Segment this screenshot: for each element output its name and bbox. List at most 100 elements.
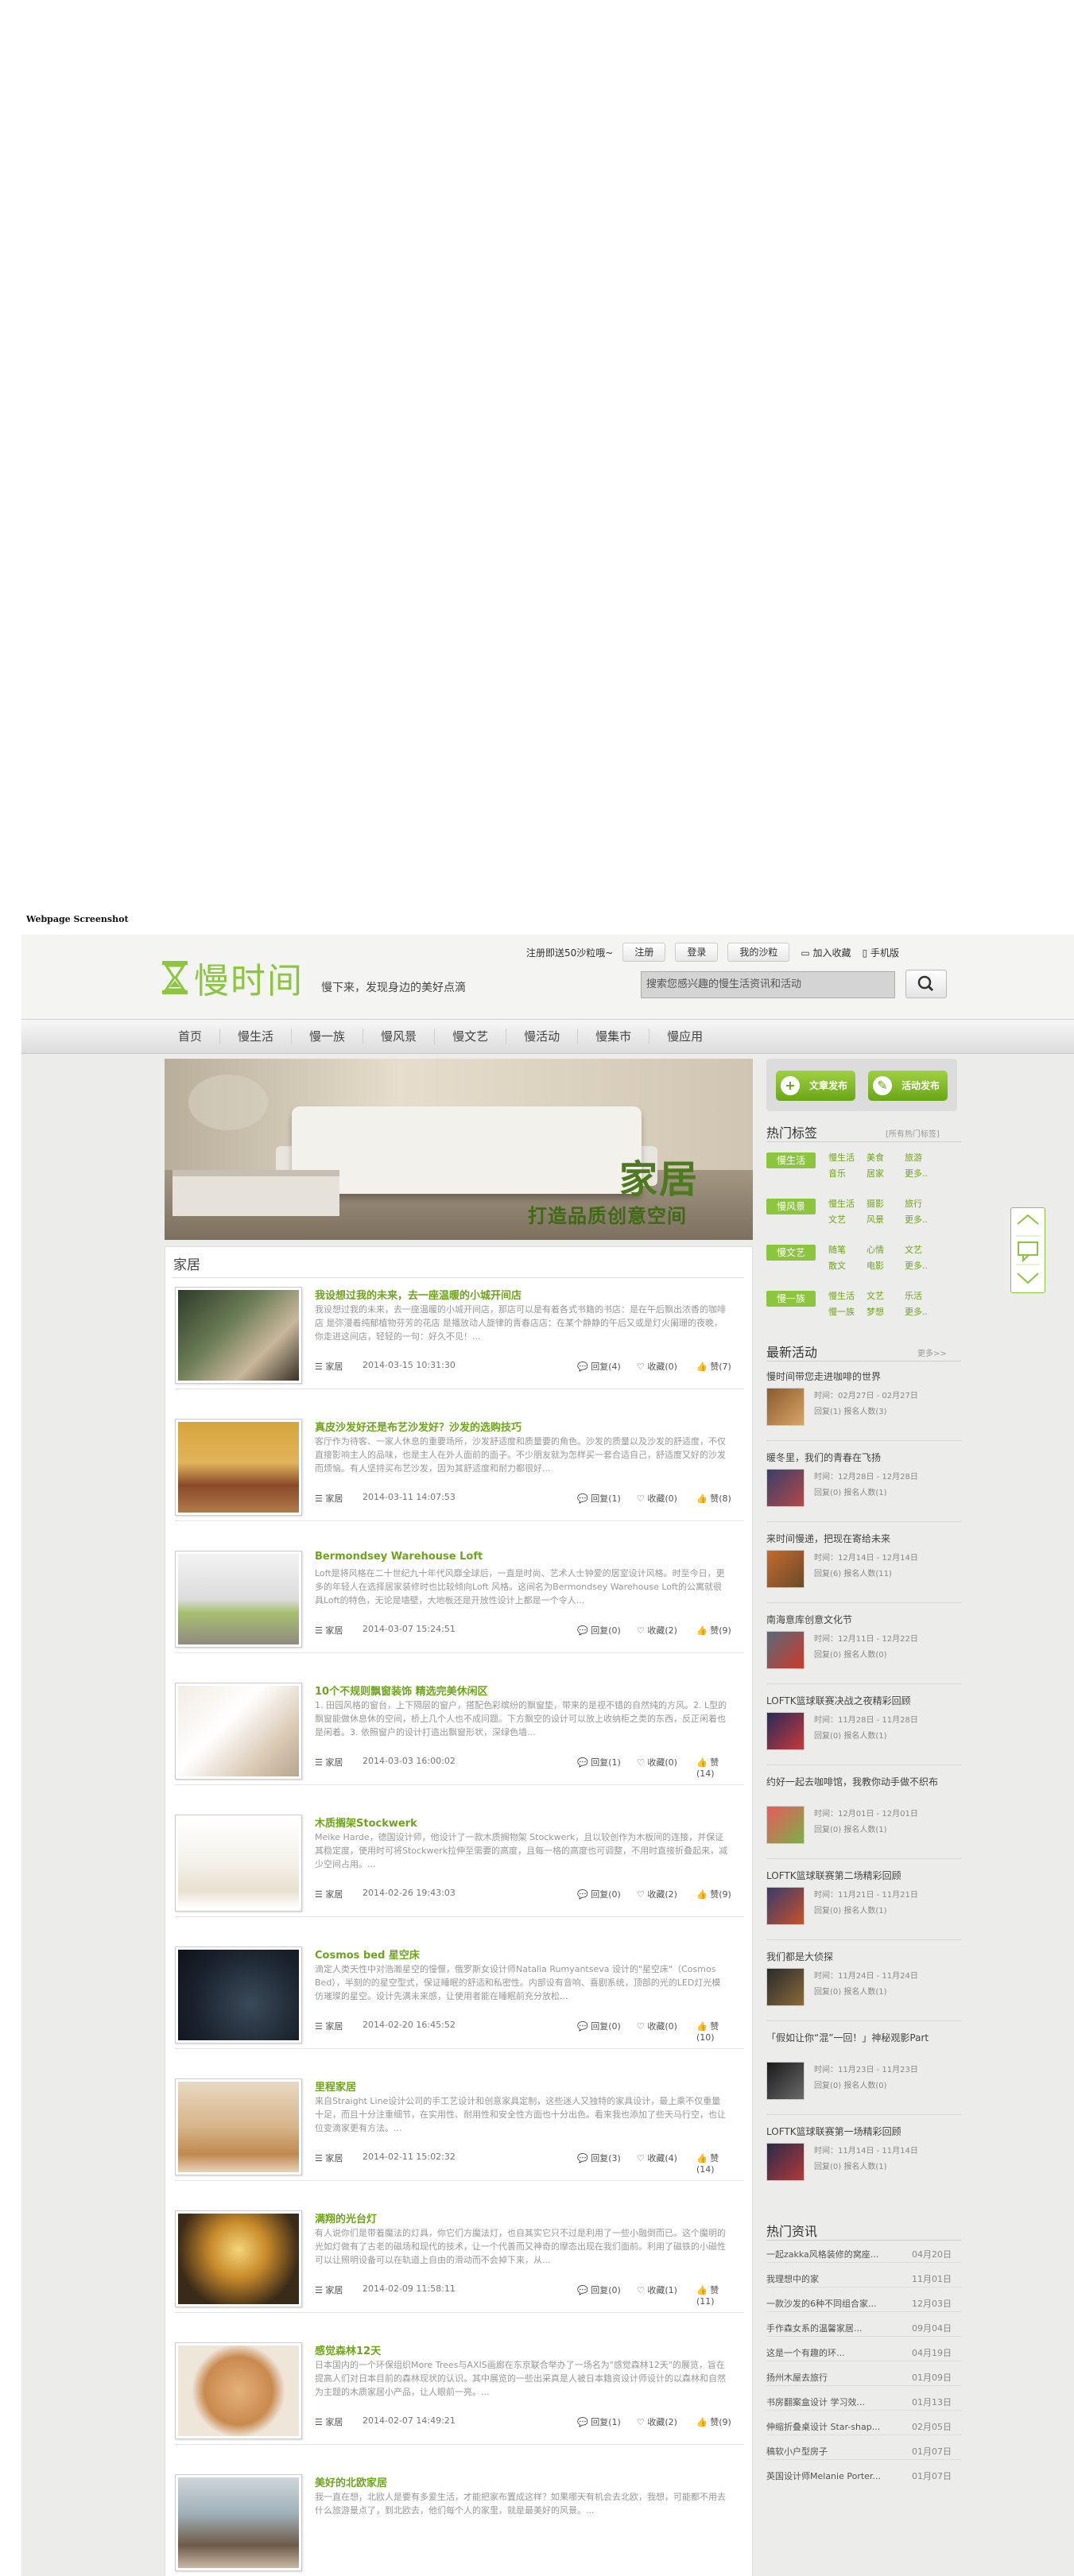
news-item[interactable]: 英国设计师Melanie Porter... 01月07日	[766, 2469, 961, 2482]
tag-link[interactable]: 慢生活	[828, 1289, 867, 1302]
news-item[interactable]: 一款沙发的6种不同组合家... 12月03日	[766, 2297, 961, 2312]
favorite-count[interactable]: ♡ 收藏(2)	[637, 2415, 677, 2428]
activity-title[interactable]: 「假如让你“混”一回！」神秘观影Part	[766, 2032, 961, 2044]
article-category[interactable]: ☰ 家居	[315, 2284, 343, 2296]
activity-thumbnail[interactable]	[766, 1631, 805, 1669]
tag-link[interactable]: 摄影	[867, 1197, 905, 1210]
article-thumbnail[interactable]	[175, 2210, 302, 2307]
article-title[interactable]: 木质搁架Stockwerk	[315, 1815, 417, 1830]
activities-more-link[interactable]: 更多>>	[917, 1346, 947, 1358]
scroll-down-icon[interactable]	[1017, 1273, 1039, 1284]
favorite-count[interactable]: ♡ 收藏(0)	[637, 1360, 677, 1373]
news-title[interactable]: 书房翻案盒设计 学习效...	[766, 2397, 865, 2407]
article-title[interactable]: Cosmos bed 星空床	[315, 1947, 420, 1962]
activity-title[interactable]: 来时间慢递，把现在寄给未来	[766, 1532, 961, 1545]
like-count[interactable]: 👍 赞(14)	[696, 2152, 732, 2175]
nav-item-slow-market[interactable]: 慢集市	[578, 1028, 650, 1044]
article-title[interactable]: 真皮沙发好还是布艺沙发好？沙发的选购技巧	[315, 1419, 521, 1434]
tag-group-label[interactable]: 慢风景	[766, 1199, 816, 1214]
article-title[interactable]: 10个不规则飘窗装饰 精选完美休闲区	[315, 1683, 488, 1698]
article-category[interactable]: ☰ 家居	[315, 1888, 343, 1900]
news-title[interactable]: 一起zakka风格装修的窝座...	[766, 2249, 878, 2260]
tag-group-label[interactable]: 慢一族	[766, 1291, 816, 1307]
tag-link[interactable]: 乐活	[905, 1289, 943, 1302]
news-item[interactable]: 这是一个有趣的环... 04月19日	[766, 2346, 961, 2361]
news-title[interactable]: 这是一个有趣的环...	[766, 2348, 845, 2358]
article-title[interactable]: 里程家居	[315, 2078, 356, 2094]
tag-link[interactable]: 随笔	[828, 1243, 867, 1256]
nav-item-slow-art[interactable]: 慢文艺	[435, 1028, 507, 1044]
article-thumbnail[interactable]	[175, 1287, 302, 1384]
article-thumbnail[interactable]	[175, 1551, 302, 1648]
tag-link[interactable]: 文艺	[828, 1213, 867, 1226]
activity-thumbnail[interactable]	[766, 2062, 805, 2100]
like-count[interactable]: 👍 赞(8)	[696, 1492, 731, 1505]
activity-title[interactable]: LOFTK篮球联赛第二场精彩回顾	[766, 1869, 961, 1882]
activity-thumbnail[interactable]	[766, 1968, 805, 2006]
site-logo[interactable]: 慢时间	[161, 952, 304, 1003]
news-item[interactable]: 一起zakka风格装修的窝座... 04月20日	[766, 2248, 961, 2263]
activity-thumbnail[interactable]	[766, 1388, 805, 1426]
tag-link[interactable]: 慢生活	[828, 1151, 867, 1164]
favorite-count[interactable]: ♡ 收藏(1)	[637, 2284, 677, 2296]
favorite-count[interactable]: ♡ 收藏(0)	[637, 2020, 677, 2032]
tag-link[interactable]: 风景	[867, 1213, 905, 1226]
tag-link[interactable]: 散文	[828, 1259, 867, 1272]
reply-count[interactable]: 💬 回复(0)	[577, 2020, 621, 2032]
article-category[interactable]: ☰ 家居	[315, 2415, 343, 2428]
activity-title[interactable]: 约好一起去咖啡馆，我教你动手做不织布	[766, 1776, 961, 1788]
like-count[interactable]: 👍 赞(14)	[696, 1756, 732, 1779]
search-button[interactable]	[905, 970, 947, 998]
activity-thumbnail[interactable]	[766, 1469, 805, 1507]
reply-count[interactable]: 💬 回复(0)	[577, 1888, 621, 1900]
like-count[interactable]: 👍 赞(11)	[696, 2284, 732, 2307]
article-title[interactable]: 我设想过我的未来，去一座温暖的小城开间店	[315, 1287, 521, 1302]
activity-title[interactable]: 南海意库创意文化节	[766, 1613, 961, 1626]
tag-link[interactable]: 旅行	[905, 1197, 943, 1210]
article-category[interactable]: ☰ 家居	[315, 1624, 343, 1637]
news-title[interactable]: 我理想中的家	[766, 2274, 819, 2284]
activity-title[interactable]: 我们都是大侦探	[766, 1950, 961, 1963]
reply-count[interactable]: 💬 回复(1)	[577, 1756, 621, 1768]
publish-activity-button[interactable]: ✎ 活动发布	[868, 1071, 948, 1101]
login-button[interactable]: 登录	[675, 943, 719, 962]
news-item[interactable]: 伸缩折叠桌设计 Star-shap... 02月05日	[766, 2420, 961, 2435]
favorite-count[interactable]: ♡ 收藏(2)	[637, 1624, 677, 1637]
nav-item-slow-tribe[interactable]: 慢一族	[292, 1028, 364, 1044]
all-tags-link[interactable]: [所有热门标签]	[886, 1127, 940, 1139]
nav-item-slow-scenery[interactable]: 慢风景	[363, 1028, 436, 1044]
like-count[interactable]: 👍 赞(7)	[696, 1360, 731, 1373]
reply-count[interactable]: 💬 回复(0)	[577, 1624, 621, 1637]
reply-count[interactable]: 💬 回复(4)	[577, 1360, 621, 1373]
like-count[interactable]: 👍 赞(9)	[696, 1624, 731, 1637]
news-item[interactable]: 书房翻案盒设计 学习效... 01月13日	[766, 2396, 961, 2411]
tag-link[interactable]: 更多..	[905, 1213, 943, 1226]
article-title[interactable]: 美好的北欧家居	[315, 2474, 387, 2489]
article-category[interactable]: ☰ 家居	[315, 1492, 343, 1505]
scroll-up-icon[interactable]	[1017, 1214, 1039, 1225]
news-item[interactable]: 稿软小户型房子 01月07日	[766, 2445, 961, 2460]
my-sand-button[interactable]: 我的沙粒	[727, 943, 790, 962]
tag-link[interactable]: 更多..	[905, 1259, 943, 1272]
article-title[interactable]: Bermondsey Warehouse Loft	[315, 1551, 483, 1563]
activity-title[interactable]: 慢时间带您走进咖啡的世界	[766, 1370, 961, 1383]
tag-link[interactable]: 梦想	[867, 1305, 905, 1318]
tag-link[interactable]: 更多..	[905, 1305, 943, 1318]
news-title[interactable]: 手作森女系的温馨家居...	[766, 2323, 863, 2334]
comment-icon[interactable]	[1018, 1242, 1038, 1263]
news-item[interactable]: 扬州木屋去旅行 01月09日	[766, 2371, 961, 2386]
nav-item-home[interactable]: 首页	[161, 1028, 221, 1044]
activity-thumbnail[interactable]	[766, 1806, 805, 1844]
tag-group-label[interactable]: 慢文艺	[766, 1245, 816, 1261]
favorite-count[interactable]: ♡ 收藏(4)	[637, 2152, 677, 2164]
news-title[interactable]: 英国设计师Melanie Porter...	[766, 2471, 881, 2481]
nav-item-slow-apps[interactable]: 慢应用	[649, 1028, 720, 1044]
article-thumbnail[interactable]	[175, 1683, 302, 1780]
favorite-link[interactable]: ▭ 加入收藏	[801, 946, 851, 959]
article-title[interactable]: 满翔的光台灯	[315, 2210, 377, 2225]
article-thumbnail[interactable]	[175, 1815, 302, 1912]
article-thumbnail[interactable]	[175, 2342, 302, 2439]
article-thumbnail[interactable]	[175, 1419, 302, 1516]
activity-title[interactable]: LOFTK篮球联赛第一场精彩回顾	[766, 2125, 961, 2138]
news-item[interactable]: 手作森女系的温馨家居... 09月04日	[766, 2322, 961, 2337]
